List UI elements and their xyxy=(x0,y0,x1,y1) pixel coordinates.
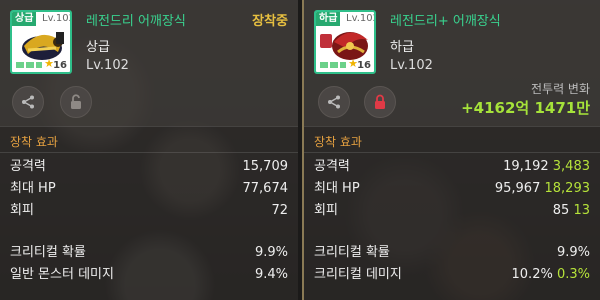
stat-row: 크리티컬 확률 9.9% xyxy=(0,242,298,264)
potential-pips xyxy=(16,62,42,68)
divider-line xyxy=(304,126,600,127)
stat-row: 크리티컬 데미지 10.2% 0.3% xyxy=(304,264,600,286)
section-title: 장착 효과 xyxy=(314,135,362,149)
stat-label: 크리티컬 데미지 xyxy=(314,267,402,282)
stat-value: 72 xyxy=(271,203,288,218)
stat-base: 95,967 xyxy=(494,181,541,196)
stat-label: 회피 xyxy=(314,203,338,218)
stat-base: 9.9% xyxy=(556,245,590,260)
section-title: 장착 효과 xyxy=(10,135,58,149)
stat-bonus: 0.3% xyxy=(556,267,590,282)
potential-pips xyxy=(320,62,346,68)
stat-row: 공격력 19,192 3,483 xyxy=(304,156,600,178)
star-count: 16 xyxy=(357,60,371,71)
share-icon xyxy=(22,95,34,109)
item-level: Lv.102 xyxy=(86,58,129,73)
stat-gap xyxy=(0,222,298,242)
stat-value: 95,967 18,293 xyxy=(495,178,590,200)
stat-value: 19,192 3,483 xyxy=(503,156,590,178)
stat-value: 9.4% xyxy=(254,267,288,282)
stat-row: 회피 85 13 xyxy=(304,200,600,222)
item-level: Lv.102 xyxy=(390,58,433,73)
item-header: 상급 Lv.102 ★ 16 레전드리 어깨장식 장착중 상급 Lv.102 xyxy=(0,0,298,126)
equipped-status: 장착중 xyxy=(252,14,288,29)
item-grade: 상급 xyxy=(86,40,110,55)
lock-toggle-button[interactable] xyxy=(60,86,92,118)
stat-label: 회피 xyxy=(10,203,34,218)
stat-value: 85 13 xyxy=(553,200,590,222)
divider-line xyxy=(0,152,298,153)
stat-bonus: 18,293 xyxy=(544,181,591,196)
stat-label: 최대 HP xyxy=(10,181,56,196)
lock-toggle-button[interactable] xyxy=(364,86,396,118)
unlock-icon xyxy=(71,94,81,109)
stat-gap xyxy=(304,222,600,242)
share-icon xyxy=(328,95,340,109)
item-icon[interactable]: 하급 Lv.102 ★ 16 xyxy=(314,10,376,74)
divider-line xyxy=(304,152,600,153)
share-button[interactable] xyxy=(318,86,350,118)
item-header: 하급 Lv.102 ★ 16 레전드리+ 어깨장식 하급 Lv.102 전투력 … xyxy=(304,0,600,126)
stat-value: 15,709 xyxy=(242,159,289,174)
stat-row: 일반 몬스터 데미지 9.4% xyxy=(0,264,298,286)
stat-base: 19,192 xyxy=(503,159,549,174)
compare-item-panel: 하급 Lv.102 ★ 16 레전드리+ 어깨장식 하급 Lv.102 전투력 … xyxy=(302,0,600,300)
stat-value: 9.9% xyxy=(254,245,288,260)
stat-label: 최대 HP xyxy=(314,181,360,196)
stat-value: 77,674 xyxy=(242,181,289,196)
power-change-value: +4162억 1471만 xyxy=(461,99,590,117)
stat-base: 85 xyxy=(552,203,570,218)
lock-icon xyxy=(375,94,385,109)
stat-value: 10.2% 0.3% xyxy=(512,264,590,286)
star-count: 16 xyxy=(53,60,67,71)
stat-label: 공격력 xyxy=(314,159,350,174)
stat-bonus: 13 xyxy=(573,203,590,218)
stat-label: 공격력 xyxy=(10,159,46,174)
equipped-item-panel: 상급 Lv.102 ★ 16 레전드리 어깨장식 장착중 상급 Lv.102 장… xyxy=(0,0,298,300)
stat-row: 크리티컬 확률 9.9% xyxy=(304,242,600,264)
divider-line xyxy=(0,126,298,127)
stats-list: 공격력 19,192 3,483 최대 HP 95,967 18,293 회피 … xyxy=(304,156,600,286)
item-grade: 하급 xyxy=(390,40,414,55)
item-name: 레전드리+ 어깨장식 xyxy=(390,14,501,29)
stat-base: 10.2% xyxy=(511,267,553,282)
item-name: 레전드리 어깨장식 xyxy=(86,14,186,29)
stat-label: 크리티컬 확률 xyxy=(314,245,390,260)
power-change-label: 전투력 변화 xyxy=(530,82,590,96)
share-button[interactable] xyxy=(12,86,44,118)
stat-value: 9.9% xyxy=(557,242,590,264)
stat-row: 공격력 15,709 xyxy=(0,156,298,178)
stat-label: 일반 몬스터 데미지 xyxy=(10,267,114,282)
item-icon[interactable]: 상급 Lv.102 ★ 16 xyxy=(10,10,72,74)
stat-bonus: 3,483 xyxy=(552,159,590,174)
stat-row: 회피 72 xyxy=(0,200,298,222)
stats-list: 공격력 15,709 최대 HP 77,674 회피 72 크리티컬 확률 9.… xyxy=(0,156,298,286)
stat-label: 크리티컬 확률 xyxy=(10,245,86,260)
stat-row: 최대 HP 95,967 18,293 xyxy=(304,178,600,200)
stat-row: 최대 HP 77,674 xyxy=(0,178,298,200)
